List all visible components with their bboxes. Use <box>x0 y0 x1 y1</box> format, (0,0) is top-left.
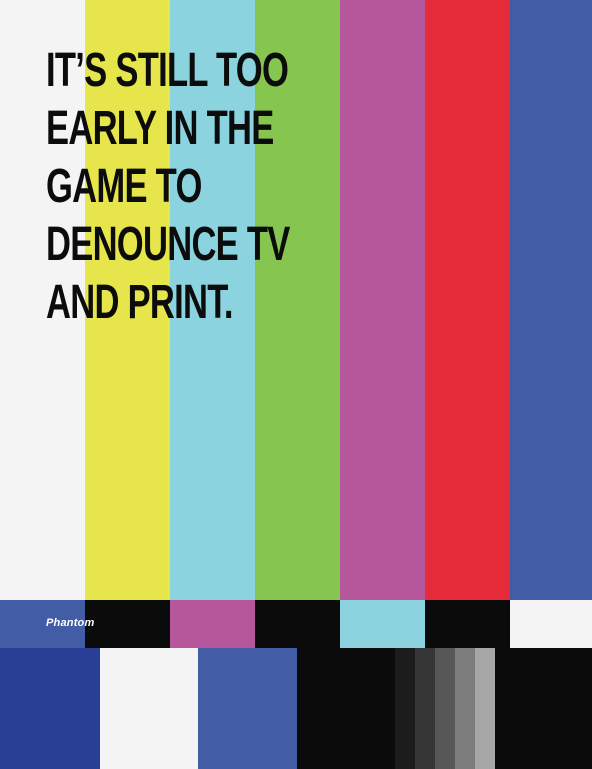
bottom-blue-block <box>198 648 297 769</box>
magenta-bar <box>340 0 425 600</box>
bottom-navy-block <box>0 648 100 769</box>
bottom-black-block <box>297 648 395 769</box>
mid-white-block <box>510 600 592 648</box>
headline-line: AND PRINT. <box>46 276 233 329</box>
headline-line: EARLY IN THE <box>46 102 274 155</box>
mid-black-block <box>255 600 340 648</box>
headline: IT’S STILL TOO EARLY IN THE GAME TO DENO… <box>46 42 290 332</box>
mid-black-block <box>425 600 510 648</box>
gray-step-4 <box>455 648 475 769</box>
bottom-black-block <box>495 648 592 769</box>
gray-step-5 <box>475 648 495 769</box>
gray-step-1 <box>395 648 415 769</box>
headline-line: IT’S STILL TOO <box>46 44 289 97</box>
mid-black-block <box>85 600 170 648</box>
headline-line: DENOUNCE TV <box>46 218 290 271</box>
gray-step-2 <box>415 648 435 769</box>
headline-line: GAME TO <box>46 160 202 213</box>
brand-logo-text: Phantom <box>46 617 95 629</box>
bottom-pluge-strip <box>0 648 592 769</box>
mid-magenta-block <box>170 600 255 648</box>
blue-bar <box>510 0 592 600</box>
gray-step-3 <box>435 648 455 769</box>
red-bar <box>425 0 510 600</box>
mid-cyan-block <box>340 600 425 648</box>
bottom-white-block <box>100 648 198 769</box>
